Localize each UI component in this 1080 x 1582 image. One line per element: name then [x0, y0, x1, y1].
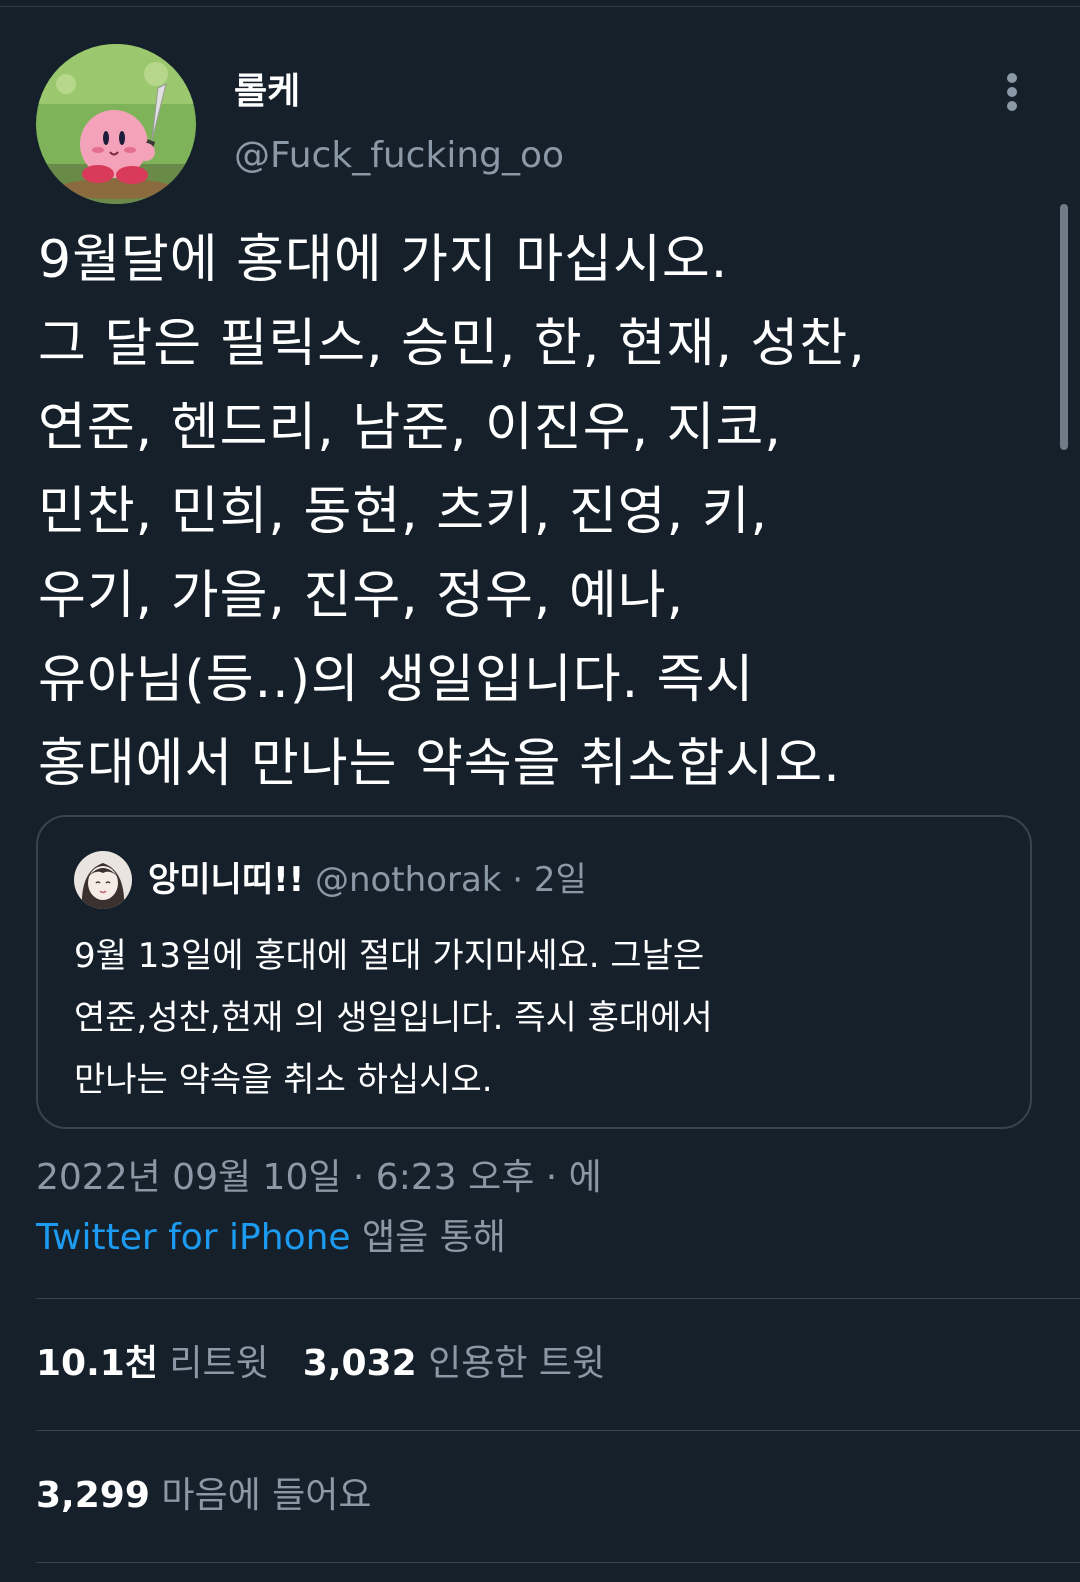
- quoted-line: 만나는 약속을 취소 하십시오.: [74, 1060, 493, 1100]
- quoted-line: 9월 13일에 홍대에 절대 가지마세요. 그날은: [74, 936, 705, 976]
- quotes-count: 3,032: [302, 1343, 417, 1384]
- quoted-line: 연준,성찬,현재 의 생일입니다. 즉시 홍대에서: [74, 998, 713, 1038]
- tweet-line: 홍대에서 만나는 약속을 취소합시오.: [38, 734, 841, 794]
- tweet-line: 그 달은 필릭스, 승민, 한, 현재, 성찬,: [38, 314, 866, 374]
- more-options-button[interactable]: [994, 70, 1030, 114]
- quoted-author-meta: @nothorak · 2일: [315, 860, 587, 900]
- source-client-link[interactable]: Twitter for iPhone: [36, 1217, 351, 1258]
- quoted-author-avatar-image: [74, 851, 132, 909]
- scrollbar-thumb[interactable]: [1060, 204, 1068, 450]
- quoted-tweet-header: 앙미니띠!! @nothorak · 2일: [148, 855, 587, 905]
- likes-stat-row[interactable]: 3,299 마음에 들어요: [36, 1470, 372, 1522]
- tweet-timestamp[interactable]: 2022년 09월 10일 · 6:23 오후 · 에: [36, 1152, 602, 1204]
- author-avatar-image: [36, 44, 196, 204]
- divider: [36, 1562, 1080, 1563]
- author-handle[interactable]: @Fuck_fucking_oo: [234, 132, 564, 180]
- tweet-line: 9월달에 홍대에 가지 마십시오.: [38, 230, 729, 290]
- tweet-line: 유아님(등..)의 생일입니다. 즉시: [38, 650, 755, 710]
- tweet-line: 민찬, 민희, 동현, 츠키, 진영, 키,: [38, 482, 769, 542]
- author-avatar[interactable]: [36, 44, 196, 204]
- tweet-text: 9월달에 홍대에 가지 마십시오. 그 달은 필릭스, 승민, 한, 현재, 성…: [38, 218, 1048, 806]
- quoted-tweet-text: 9월 13일에 홍대에 절대 가지마세요. 그날은 연준,성찬,현재 의 생일입…: [74, 925, 1004, 1111]
- likes-count: 3,299: [36, 1475, 150, 1516]
- vertical-ellipsis-icon: [1007, 73, 1017, 111]
- author-display-name[interactable]: 롤케: [234, 70, 300, 114]
- tweet-source: Twitter for iPhone 앱을 통해: [36, 1212, 506, 1264]
- engagement-stats-row: 10.1천 리트윗 3,032 인용한 트윗: [36, 1338, 605, 1390]
- source-suffix: 앱을 통해: [350, 1217, 506, 1258]
- retweets-stat[interactable]: 10.1천 리트윗: [36, 1343, 269, 1384]
- quotes-label: 인용한 트윗: [428, 1343, 606, 1384]
- divider: [36, 1298, 1080, 1299]
- quoted-author-name[interactable]: 앙미니띠!!: [148, 860, 304, 900]
- tweet-line: 연준, 헨드리, 남준, 이진우, 지코,: [38, 398, 782, 458]
- divider: [36, 1430, 1080, 1431]
- tweet-line: 우기, 가을, 진우, 정우, 예나,: [38, 566, 685, 626]
- likes-label: 마음에 들어요: [161, 1475, 372, 1516]
- quoted-tweet-card[interactable]: 앙미니띠!! @nothorak · 2일 9월 13일에 홍대에 절대 가지마…: [36, 815, 1032, 1129]
- quoted-author-handle-time: @nothorak · 2일: [314, 860, 587, 900]
- quotes-stat[interactable]: 3,032 인용한 트윗: [303, 1343, 605, 1384]
- retweets-count: 10.1천: [36, 1343, 158, 1384]
- quoted-author-avatar[interactable]: [74, 851, 132, 909]
- top-divider: [0, 6, 1080, 7]
- retweets-label: 리트윗: [169, 1343, 269, 1384]
